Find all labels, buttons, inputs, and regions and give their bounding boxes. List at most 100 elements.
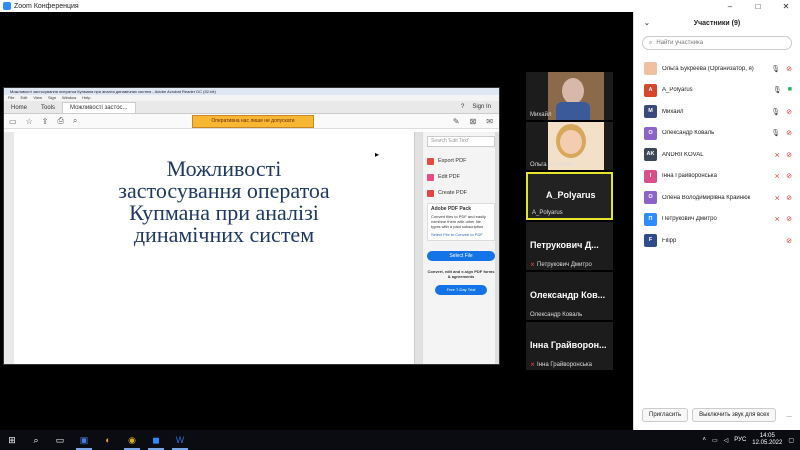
- thumb-name: Михайл: [530, 112, 552, 118]
- start-button[interactable]: ⊞: [0, 430, 24, 450]
- select-file-button[interactable]: Select File: [427, 251, 495, 261]
- search-tools-input[interactable]: Search 'Edit Text': [427, 136, 495, 147]
- document-page: Можливості застосування оператоа Купмана…: [14, 132, 414, 364]
- acrobat-toolbar-right: ✎ ⊠ ✉: [453, 114, 493, 129]
- task-view-icon[interactable]: ▭: [48, 430, 72, 450]
- tab-tools[interactable]: Tools: [34, 103, 62, 113]
- participant-face: [560, 130, 582, 154]
- participant-row[interactable]: AK ANDRII KOVAL ⨯ ⊘: [634, 144, 800, 166]
- maximize-button[interactable]: □: [744, 2, 772, 11]
- participants-title: Участники (9): [693, 19, 741, 27]
- edit-pdf-item[interactable]: Edit PDF: [427, 169, 495, 185]
- help-icon[interactable]: ?: [461, 104, 464, 110]
- search-icon[interactable]: ⌕: [24, 430, 48, 450]
- select-file-link[interactable]: Select File to Convert to PDF: [431, 232, 491, 237]
- participant-row[interactable]: F Filipp ⊘: [634, 230, 800, 252]
- participant-status-icons: ⨯ ⊘: [774, 172, 792, 180]
- video-thumb-olga[interactable]: Ольга Букреева: [526, 122, 613, 170]
- side-panel-scrollbar[interactable]: [495, 132, 499, 364]
- camera-off-icon[interactable]: ⊘: [786, 65, 792, 73]
- participant-row[interactable]: П Петрукович Дмитро ⨯ ⊘: [634, 209, 800, 231]
- bookmark-icon[interactable]: ☆: [26, 117, 33, 126]
- document-scrollbar[interactable]: [414, 132, 422, 364]
- participant-row[interactable]: M Михайл 🎙︎ ⊘: [634, 101, 800, 123]
- menu-item[interactable]: View: [33, 95, 42, 101]
- participant-row[interactable]: O Олександр Коваль 🎙︎ ⊘: [634, 123, 800, 145]
- shared-screen-acrobat[interactable]: Можливості застосування оператоа Купмана…: [3, 87, 500, 365]
- upload-icon[interactable]: ⇪: [42, 117, 49, 126]
- print-icon[interactable]: ⎙: [57, 116, 63, 126]
- chevron-down-icon[interactable]: ⌄: [644, 19, 650, 27]
- sign-in-link[interactable]: Sign In: [472, 104, 491, 110]
- close-button[interactable]: ✕: [772, 2, 800, 11]
- save-app-icon[interactable]: ▣: [72, 430, 96, 450]
- thumb-name: Олександр Коваль: [530, 312, 583, 318]
- zoom-app-icon[interactable]: ◼: [144, 430, 168, 450]
- notification-icon[interactable]: ▢: [788, 437, 794, 444]
- camera-icon[interactable]: ■: [788, 86, 792, 94]
- menu-item[interactable]: Edit: [20, 95, 27, 101]
- camera-off-icon[interactable]: ⊘: [786, 108, 792, 116]
- video-thumb-hraivoronska[interactable]: Інна Грайворон... ⨯ Інна Грайворонська: [526, 322, 613, 370]
- create-pdf-item[interactable]: Create PDF: [427, 185, 495, 201]
- microphone-icon[interactable]: 🎙︎: [771, 108, 780, 116]
- invite-button[interactable]: Пригласить: [642, 408, 689, 422]
- video-thumb-active-speaker[interactable]: A_Polyarus A_Polyarus: [526, 172, 613, 220]
- camera-off-icon[interactable]: ⊘: [786, 151, 792, 159]
- participant-name: ANDRII KOVAL: [662, 151, 704, 158]
- save-icon[interactable]: ▭: [9, 117, 17, 126]
- camera-off-icon[interactable]: ⊘: [786, 194, 792, 202]
- participant-name: Filipp: [662, 237, 677, 244]
- acrobat-body: Можливості застосування оператоа Купмана…: [4, 132, 499, 364]
- microphone-icon[interactable]: 🎙︎: [773, 86, 782, 94]
- menu-item[interactable]: Sign: [48, 95, 56, 101]
- microphone-muted-icon[interactable]: ⨯: [774, 151, 780, 159]
- more-options-button[interactable]: ...: [786, 412, 792, 419]
- language-indicator[interactable]: РУС: [734, 437, 746, 443]
- participant-face: [562, 78, 584, 104]
- chrome-icon[interactable]: ◉: [120, 430, 144, 450]
- mouse-cursor-icon: ▸: [375, 150, 380, 159]
- participant-search-input[interactable]: ⌕ Найти участника: [642, 36, 792, 50]
- share-icon[interactable]: ⊠: [470, 117, 477, 126]
- free-trial-button[interactable]: Free 7-Day Trial: [435, 285, 487, 295]
- volume-icon[interactable]: ◁: [724, 437, 729, 444]
- tab-home[interactable]: Home: [4, 103, 34, 113]
- network-icon[interactable]: ▭: [712, 437, 718, 444]
- mail-icon[interactable]: ✉: [486, 117, 493, 126]
- clock-time: 14:05: [759, 433, 775, 439]
- video-thumb-koval[interactable]: Олександр Ков... Олександр Коваль: [526, 272, 613, 320]
- microphone-muted-icon[interactable]: ⨯: [774, 194, 780, 202]
- participant-row[interactable]: I Інна Грайворонська ⨯ ⊘: [634, 166, 800, 188]
- word-icon[interactable]: W: [168, 430, 192, 450]
- participant-row[interactable]: Ольга Букреева (Организатор, я) 🎙︎ ⊘: [634, 58, 800, 80]
- participant-row[interactable]: A A_Polyarus 🎙︎ ■: [634, 80, 800, 102]
- minimize-button[interactable]: –: [716, 2, 744, 11]
- menu-item[interactable]: Window: [62, 95, 76, 101]
- mute-all-button[interactable]: Выключить звук для всех: [692, 408, 777, 422]
- participant-row[interactable]: O Олена Володимирівна Крайнюк ⨯ ⊘: [634, 187, 800, 209]
- acrobat-title: Можливості застосування оператоа Купмана…: [4, 88, 499, 95]
- export-pdf-item[interactable]: Export PDF: [427, 153, 495, 169]
- video-thumb-petrukovych[interactable]: Петрукович Д... ⨯ Петрукович Дмитро: [526, 222, 613, 270]
- sign-icon[interactable]: ✎: [453, 117, 460, 126]
- pdf-pack-text: Convert files to PDF and easily combine …: [431, 214, 486, 229]
- acrobat-toolbar: ▭ ☆ ⇪ ⎙ ⌕ Оперативна нас лише не допуска…: [4, 114, 499, 129]
- microphone-icon[interactable]: 🎙︎: [771, 65, 780, 73]
- microphone-icon[interactable]: 🎙︎: [771, 129, 780, 137]
- menu-item[interactable]: File: [8, 95, 14, 101]
- menu-item[interactable]: Help: [82, 95, 90, 101]
- microphone-muted-icon[interactable]: ⨯: [774, 215, 780, 223]
- camera-off-icon[interactable]: ⊘: [786, 215, 792, 223]
- tab-document[interactable]: Можливості застос...: [62, 102, 136, 113]
- camera-off-icon[interactable]: ⊘: [786, 172, 792, 180]
- video-thumb-mykhail[interactable]: Михайл: [526, 72, 613, 120]
- app-icon-orange[interactable]: ◐: [96, 430, 120, 450]
- microphone-muted-icon[interactable]: ⨯: [774, 172, 780, 180]
- camera-off-icon[interactable]: ⊘: [786, 237, 792, 245]
- thumb-big-name: Петрукович Д...: [530, 240, 599, 250]
- zoom-search-icon[interactable]: ⌕: [73, 116, 77, 126]
- chevron-up-icon[interactable]: ˄: [702, 437, 706, 443]
- clock[interactable]: 14:05 12.05.2022: [752, 433, 782, 447]
- camera-off-icon[interactable]: ⊘: [786, 129, 792, 137]
